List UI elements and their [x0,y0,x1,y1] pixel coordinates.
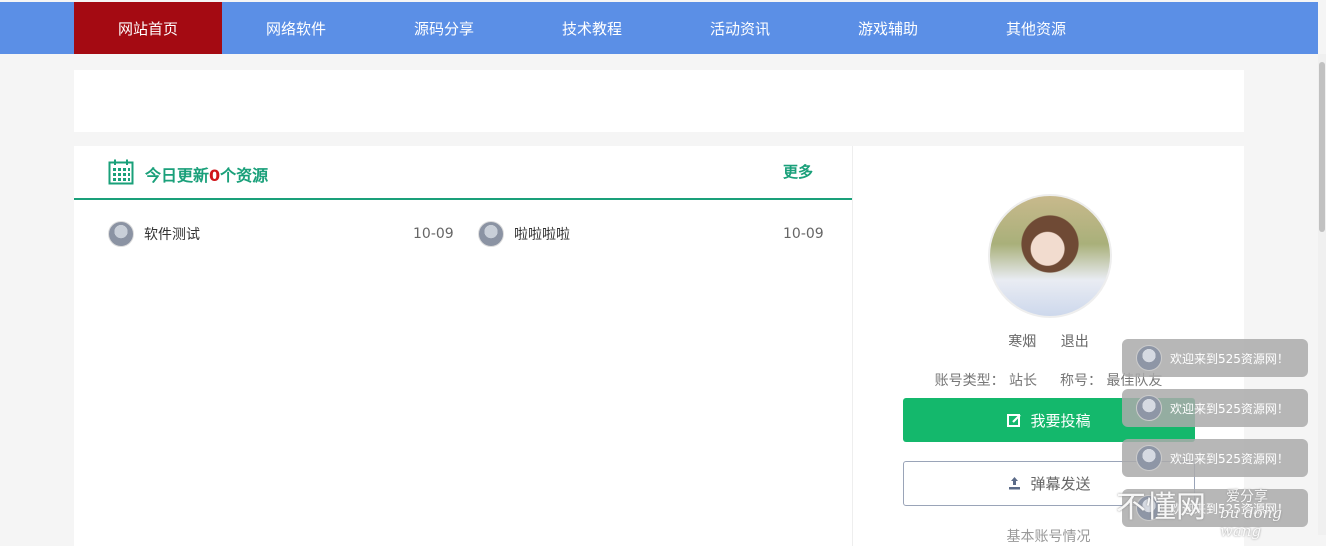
today-suffix: 个资源 [220,166,269,185]
more-link[interactable]: 更多 [783,161,813,182]
list-item-title[interactable]: 啦啦啦啦 [514,224,570,244]
nav-item-events[interactable]: 活动资讯 [666,2,814,54]
list-item[interactable]: 啦啦啦啦 [478,221,570,247]
banner-area [74,70,1244,132]
avatar [478,221,504,247]
list-item[interactable]: 软件测试 [108,221,200,247]
upload-icon [1009,477,1021,490]
list-item-date: 10-09 [783,226,824,242]
nav-item-source-code[interactable]: 源码分享 [370,2,518,54]
nav-item-tutorials[interactable]: 技术教程 [518,2,666,54]
nav-items: 网站首页 网络软件 源码分享 技术教程 活动资讯 游戏辅助 其他资源 [74,2,1110,54]
toast-text: 欢迎来到525资源网！ [1170,401,1289,416]
nav-item-other[interactable]: 其他资源 [962,2,1110,54]
today-prefix: 今日更新 [145,166,210,185]
nav-item-game-tools[interactable]: 游戏辅助 [814,2,962,54]
watermark: 不懂网 爱分享 bu dong wang [1116,482,1326,540]
watermark-sub: 爱分享 [1226,489,1268,505]
user-avatar[interactable] [988,194,1112,318]
user-name[interactable]: 寒烟 [1008,334,1036,350]
edit-icon [1007,413,1022,427]
account-type-label: 账号类型： [934,373,1005,389]
watermark-main: 不懂网 [1116,490,1206,525]
logout-link[interactable]: 退出 [1061,334,1089,350]
avatar [1136,445,1162,471]
title-label: 称号： [1059,373,1102,389]
avatar [1136,345,1162,371]
toast-text: 欢迎来到525资源网！ [1170,451,1289,466]
list-item-date: 10-09 [413,226,454,242]
nav-item-software[interactable]: 网络软件 [222,2,370,54]
submit-post-label: 我要投稿 [1030,411,1091,430]
toast-message: 欢迎来到525资源网！ [1122,339,1308,377]
calendar-icon [108,159,134,185]
list-item-title[interactable]: 软件测试 [144,224,200,244]
toast-text: 欢迎来到525资源网！ [1170,351,1289,366]
today-update-title: 今日更新0个资源 [145,162,268,186]
today-count: 0 [209,166,221,185]
avatar [108,221,134,247]
top-nav: 网站首页 网络软件 源码分享 技术教程 活动资讯 游戏辅助 其他资源 [0,2,1318,54]
nav-item-home[interactable]: 网站首页 [74,2,222,54]
send-danmu-label: 弹幕发送 [1030,475,1091,493]
avatar [1136,395,1162,421]
page-scrollbar[interactable] [1318,54,1326,535]
account-type-value: 站长 [1009,373,1038,389]
toast-message: 欢迎来到525资源网！ [1122,389,1308,427]
panel-header: 今日更新0个资源 更多 [74,146,852,200]
scrollbar-thumb[interactable] [1319,62,1325,232]
today-updates-panel: 今日更新0个资源 更多 软件测试 10-09 啦啦啦啦 10-09 [74,146,853,546]
toast-message: 欢迎来到525资源网！ [1122,439,1308,477]
